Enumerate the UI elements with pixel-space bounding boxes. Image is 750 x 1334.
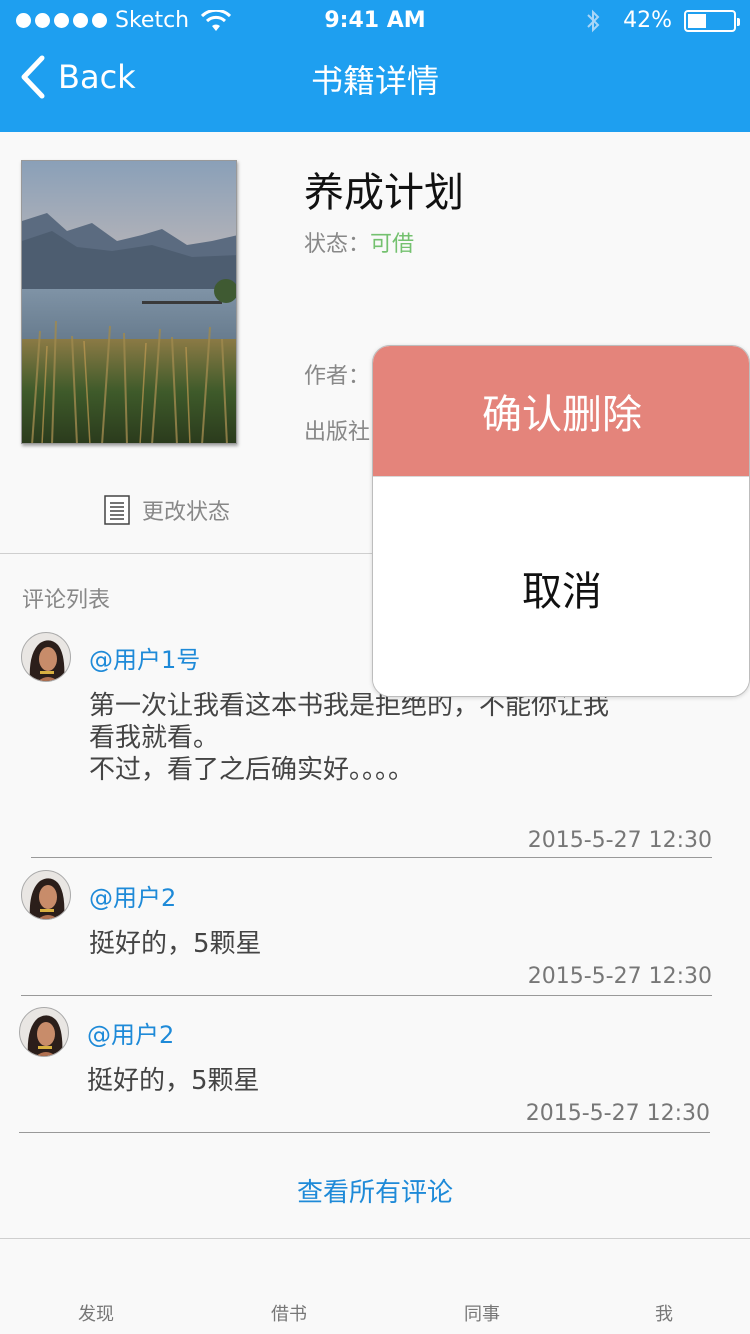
comment-item: @用户2 挺好的，5颗星 2015-5-27 12:30 bbox=[0, 1005, 750, 1135]
status-value: 可借 bbox=[370, 232, 415, 257]
battery-percent: 42% bbox=[623, 8, 672, 33]
change-status-button[interactable]: 更改状态 bbox=[104, 494, 230, 526]
avatar[interactable] bbox=[21, 632, 71, 682]
comment-text: 挺好的，5颗星 bbox=[89, 929, 262, 959]
author-label: 作者： bbox=[304, 364, 371, 389]
comment-time: 2015-5-27 12:30 bbox=[525, 1101, 710, 1126]
nav-header: Sketch 9:41 AM 42% Back 书籍详情 bbox=[0, 0, 750, 132]
battery-fill bbox=[688, 13, 706, 28]
avatar[interactable] bbox=[19, 1007, 69, 1057]
comment-time: 2015-5-27 12:30 bbox=[527, 964, 712, 989]
comment-user[interactable]: @用户2 bbox=[89, 878, 176, 913]
divider bbox=[0, 1238, 750, 1239]
bluetooth-icon bbox=[587, 9, 600, 32]
comment-item: @用户2 挺好的，5颗星 2015-5-27 12:30 bbox=[0, 868, 750, 998]
comment-divider bbox=[31, 857, 712, 858]
publisher-label: 出版社 bbox=[304, 420, 371, 445]
comments-heading: 评论列表 bbox=[22, 588, 111, 613]
comment-time: 2015-5-27 12:30 bbox=[527, 828, 712, 853]
document-icon bbox=[104, 495, 130, 525]
battery-icon bbox=[684, 9, 740, 32]
landscape-image bbox=[22, 161, 236, 443]
tab-colleagues[interactable]: 同事 bbox=[432, 1300, 532, 1326]
confirm-delete-button[interactable]: 确认删除 bbox=[373, 346, 749, 476]
book-title: 养成计划 bbox=[304, 170, 464, 216]
book-cover-image bbox=[21, 160, 237, 444]
delete-action-popup: 确认删除 取消 bbox=[372, 345, 750, 697]
tab-borrow[interactable]: 借书 bbox=[239, 1300, 339, 1326]
view-all-comments-link[interactable]: 查看所有评论 bbox=[0, 1172, 750, 1209]
status-right: 42% bbox=[585, 8, 740, 33]
cancel-button[interactable]: 取消 bbox=[373, 476, 749, 696]
book-status: 状态：可借 bbox=[304, 226, 414, 258]
comment-divider bbox=[19, 1132, 710, 1133]
tab-me[interactable]: 我 bbox=[614, 1300, 714, 1326]
status-bar: Sketch 9:41 AM 42% bbox=[0, 0, 750, 40]
comment-text: 挺好的，5颗星 bbox=[87, 1066, 260, 1096]
page-title: 书籍详情 bbox=[310, 62, 439, 100]
avatar[interactable] bbox=[21, 870, 71, 920]
comment-user[interactable]: @用户1号 bbox=[89, 640, 200, 675]
comment-text: 第一次让我看这本书我是拒绝的，不能你让我 看我就看。 不过，看了之后确实好。。。… bbox=[89, 691, 610, 785]
comment-user[interactable]: @用户2 bbox=[87, 1015, 174, 1050]
status-label: 状态： bbox=[304, 232, 371, 257]
comment-divider bbox=[21, 995, 712, 996]
tab-discover[interactable]: 发现 bbox=[46, 1300, 146, 1326]
change-status-label: 更改状态 bbox=[142, 500, 231, 525]
